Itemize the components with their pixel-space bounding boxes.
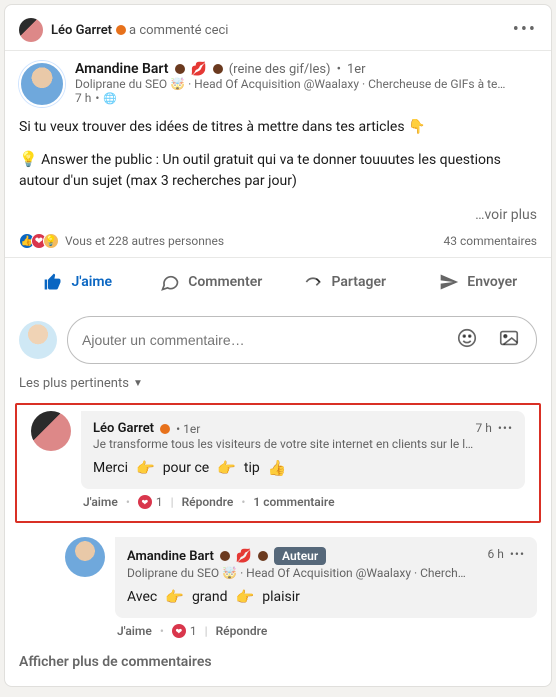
post-body-line2: 💡 Answer the public : Un outil gratuit q… [19,149,537,191]
comment-time: 7 h [476,421,492,435]
commenter-degree: 1er [183,422,200,436]
comment-reply-button[interactable]: Répondre [216,624,268,638]
highlighted-comment: Léo Garret • 1er Je transforme tous les … [15,403,541,523]
thumbs-up-icon [43,272,63,292]
comment: Léo Garret • 1er Je transforme tous les … [17,405,539,515]
author-headline: Doliprane du SEO 🤯 · Head Of Acquisition… [75,77,537,91]
comment-input[interactable] [82,332,442,348]
comment-like-count[interactable]: ❤ 1 [172,624,197,638]
comment-like-count[interactable]: ❤ 1 [138,495,163,509]
promoted-actor-name[interactable]: Léo Garret [51,23,112,38]
comment-more-button[interactable]: ••• [510,547,525,561]
like-button[interactable]: J'aime [11,260,145,304]
reactions-text[interactable]: Vous et 228 autres personnes [65,234,224,248]
comment-actions: J'aime • ❤ 1 | Répondre • 1 commentaire [81,489,525,511]
post-header: Amandine Bart 💋 (reine des gif/les) • 1e… [5,51,551,111]
eye-dot-icon [220,551,230,561]
comment-time: 6 h [488,547,504,561]
love-reaction-icon: ❤ [172,624,186,638]
actions-bar: J'aime Commenter Partager Envoyer [5,257,551,306]
post-time: 7 h [75,91,91,105]
idea-reaction-icon: 💡 [43,233,59,249]
send-button[interactable]: Envoyer [412,260,546,304]
image-attach-icon[interactable] [492,325,526,355]
comment-input-row [5,306,551,374]
eye-dot-icon [258,551,268,561]
kiss-icon: 💋 [191,62,207,77]
comment-reply-button[interactable]: Répondre [182,495,234,509]
comment-like-button[interactable]: J'aime [83,495,118,509]
comment-actions: J'aime • ❤ 1 | Répondre [115,618,537,640]
commenter-avatar[interactable] [31,411,71,451]
comments-count[interactable]: 43 commentaires [443,234,537,248]
send-icon [439,272,459,292]
author-tagline-suffix: (reine des gif/les) [229,62,331,77]
share-button[interactable]: Partager [278,260,412,304]
commenter-avatar[interactable] [65,537,105,577]
promoted-text: Léo Garret a commenté ceci [51,22,228,38]
globe-icon: 🌐 [103,92,117,105]
comment-button[interactable]: Commenter [145,260,279,304]
avatar[interactable] [19,18,43,42]
comment-sort-dropdown[interactable]: Les plus pertinents ▼ [5,374,551,399]
commenter-headline: Doliprane du SEO 🤯 · Head Of Acquisition… [127,566,488,580]
time-separator: • [95,91,99,105]
promoted-actor-line: Léo Garret a commenté ceci ••• [5,5,551,50]
post-body-line2-text: Answer the public : Un outil gratuit qui… [19,152,501,189]
kiss-icon: 💋 [236,549,252,564]
like-label: J'aime [71,274,112,290]
sort-label: Les plus pertinents [19,376,129,391]
thumbs-up-icon: 👍 [268,459,287,477]
comment-bubble: Léo Garret • 1er Je transforme tous les … [81,411,525,489]
comment-text: Avec 👉 grand 👉 plaisir [127,588,525,606]
speech-bubble-icon [160,272,180,292]
degree-separator: • [337,62,341,77]
bulb-icon: 💡 [19,150,38,168]
author-badge: Auteur [274,547,326,565]
orange-dot-icon [116,25,126,35]
orange-dot-icon [160,424,170,434]
comment-like-button[interactable]: J'aime [117,624,152,638]
point-right-icon: 👉 [236,588,255,606]
point-right-icon: 👉 [136,459,155,477]
post-more-button[interactable]: ••• [505,15,537,44]
see-more-button[interactable]: …voir plus [475,207,537,223]
post-card: Léo Garret a commenté ceci ••• Amandine … [4,4,552,687]
comment-more-button[interactable]: ••• [498,421,513,435]
commenter-name[interactable]: Léo Garret [93,421,154,436]
share-label: Partager [331,274,386,290]
social-counts: 👍 ❤ 💡 Vous et 228 autres personnes 43 co… [5,229,551,257]
chevron-down-icon: ▼ [133,378,143,389]
love-reaction-icon: ❤ [138,495,152,509]
comment-reply: Amandine Bart 💋 Auteur Doliprane du SEO … [5,531,551,644]
author-avatar[interactable] [19,61,65,107]
post-body-line1: Si tu veux trouver des idées de titres à… [19,117,537,137]
eye-dot-icon [175,64,185,74]
point-right-icon: 👉 [165,588,184,606]
commenter-name[interactable]: Amandine Bart [127,549,214,564]
promoted-action: a commenté ceci [129,23,228,38]
show-more-comments-button[interactable]: Afficher plus de commentaires [5,644,551,686]
emoji-picker-icon[interactable] [450,325,484,355]
share-icon [303,272,323,292]
my-avatar[interactable] [19,321,57,359]
point-right-icon: 👉 [217,459,236,477]
comment-replies-count[interactable]: 1 commentaire [253,495,334,509]
eye-dot-icon [213,64,223,74]
comment-input-field[interactable] [67,316,537,364]
post-body: Si tu veux trouver des idées de titres à… [5,111,551,207]
author-degree: 1er [347,62,366,77]
author-name[interactable]: Amandine Bart [75,61,169,77]
comment-label: Commenter [188,274,262,290]
see-more-row: …voir plus [5,207,551,229]
comment-bubble: Amandine Bart 💋 Auteur Doliprane du SEO … [115,537,537,618]
commenter-headline: Je transforme tous les visiteurs de votr… [93,437,476,451]
send-label: Envoyer [467,274,517,290]
comment-text: Merci 👉 pour ce 👉 tip 👍 [93,459,513,477]
reactions-icons[interactable]: 👍 ❤ 💡 [19,233,59,249]
